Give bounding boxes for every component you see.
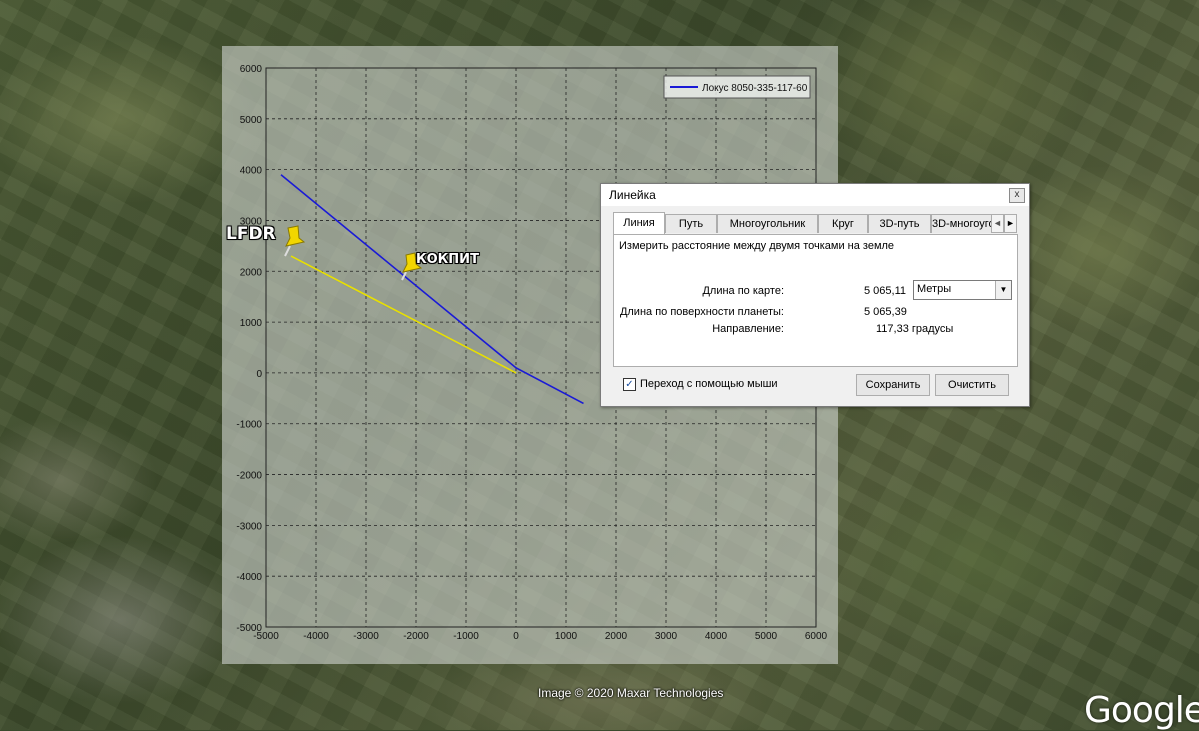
tab-path[interactable]: Путь bbox=[665, 214, 717, 233]
close-button[interactable]: x bbox=[1009, 188, 1025, 203]
map-attribution: Image © 2020 Maxar Technologies bbox=[538, 686, 724, 700]
x-tick-label: 3000 bbox=[655, 631, 678, 642]
x-tick-label: -4000 bbox=[303, 631, 329, 642]
tab-scroll-right-icon[interactable]: ► bbox=[1004, 214, 1017, 233]
y-tick-label: 4000 bbox=[240, 166, 263, 177]
ruler-description: Измерить расстояние между двумя точками … bbox=[619, 240, 895, 252]
tab-line[interactable]: Линия bbox=[613, 212, 665, 234]
y-tick-label: 6000 bbox=[240, 64, 263, 75]
heading-value: 117,33 градусы bbox=[876, 323, 954, 335]
x-tick-label: 5000 bbox=[755, 631, 778, 642]
x-tick-label: 6000 bbox=[805, 631, 828, 642]
x-tick-label: 0 bbox=[513, 631, 519, 642]
tab-circle[interactable]: Круг bbox=[818, 214, 868, 233]
placemark-lfdr-label: LFDR bbox=[226, 224, 276, 244]
units-select[interactable]: Метры ▼ bbox=[913, 280, 1012, 300]
ruler-tabs: Линия Путь Многоугольник Круг 3D-путь 3D… bbox=[613, 212, 1019, 234]
yellow-pushpin-icon bbox=[284, 225, 306, 257]
ruler-titlebar[interactable]: Линейка x bbox=[601, 184, 1029, 206]
chevron-down-icon[interactable]: ▼ bbox=[995, 281, 1011, 299]
x-tick-label: 4000 bbox=[705, 631, 728, 642]
ruler-title: Линейка bbox=[609, 188, 656, 202]
y-tick-label: -1000 bbox=[236, 420, 262, 431]
tab-panel-line: Измерить расстояние между двумя точками … bbox=[613, 234, 1018, 367]
tab-3d-polygon[interactable]: 3D-многоугольник bbox=[931, 214, 993, 233]
y-tick-label: 5000 bbox=[240, 115, 263, 126]
y-tick-label: -2000 bbox=[236, 471, 262, 482]
units-selected-value: Метры bbox=[917, 283, 952, 295]
surface-length-value: 5 065,39 bbox=[864, 306, 907, 318]
mouse-nav-label: Переход с помощью мыши bbox=[640, 378, 778, 390]
map-length-label: Длина по карте: bbox=[702, 285, 784, 297]
map-length-value: 5 065,11 bbox=[864, 285, 907, 297]
tab-scroll-left-icon[interactable]: ◄ bbox=[991, 214, 1004, 233]
y-tick-label: 1000 bbox=[240, 318, 263, 329]
x-tick-label: -3000 bbox=[353, 631, 379, 642]
surface-length-label: Длина по поверхности планеты: bbox=[619, 306, 784, 318]
y-tick-label: -3000 bbox=[236, 521, 262, 532]
clear-button[interactable]: Очистить bbox=[935, 374, 1009, 396]
x-tick-label: -1000 bbox=[453, 631, 479, 642]
mouse-nav-checkbox[interactable]: ✓ bbox=[623, 378, 636, 391]
x-tick-label: -2000 bbox=[403, 631, 429, 642]
y-tick-label: 0 bbox=[256, 369, 262, 380]
x-tick-label: 1000 bbox=[555, 631, 578, 642]
google-logo: Google bbox=[1084, 690, 1199, 731]
tab-polygon[interactable]: Многоугольник bbox=[717, 214, 818, 233]
y-tick-label: 2000 bbox=[240, 267, 263, 278]
ruler-dialog: Линейка x Линия Путь Многоугольник Круг … bbox=[600, 183, 1030, 407]
heading-label: Направление: bbox=[712, 323, 784, 335]
placemark-kokpit-label: КОКПИТ bbox=[416, 252, 479, 267]
y-tick-label: -5000 bbox=[236, 623, 262, 634]
legend-label: Локус 8050-335-117-60 bbox=[702, 83, 808, 94]
series-line-0 bbox=[280, 174, 584, 405]
tab-3d-path[interactable]: 3D-путь bbox=[868, 214, 931, 233]
y-tick-label: -4000 bbox=[236, 572, 262, 583]
save-button[interactable]: Сохранить bbox=[856, 374, 930, 396]
x-tick-label: 2000 bbox=[605, 631, 628, 642]
